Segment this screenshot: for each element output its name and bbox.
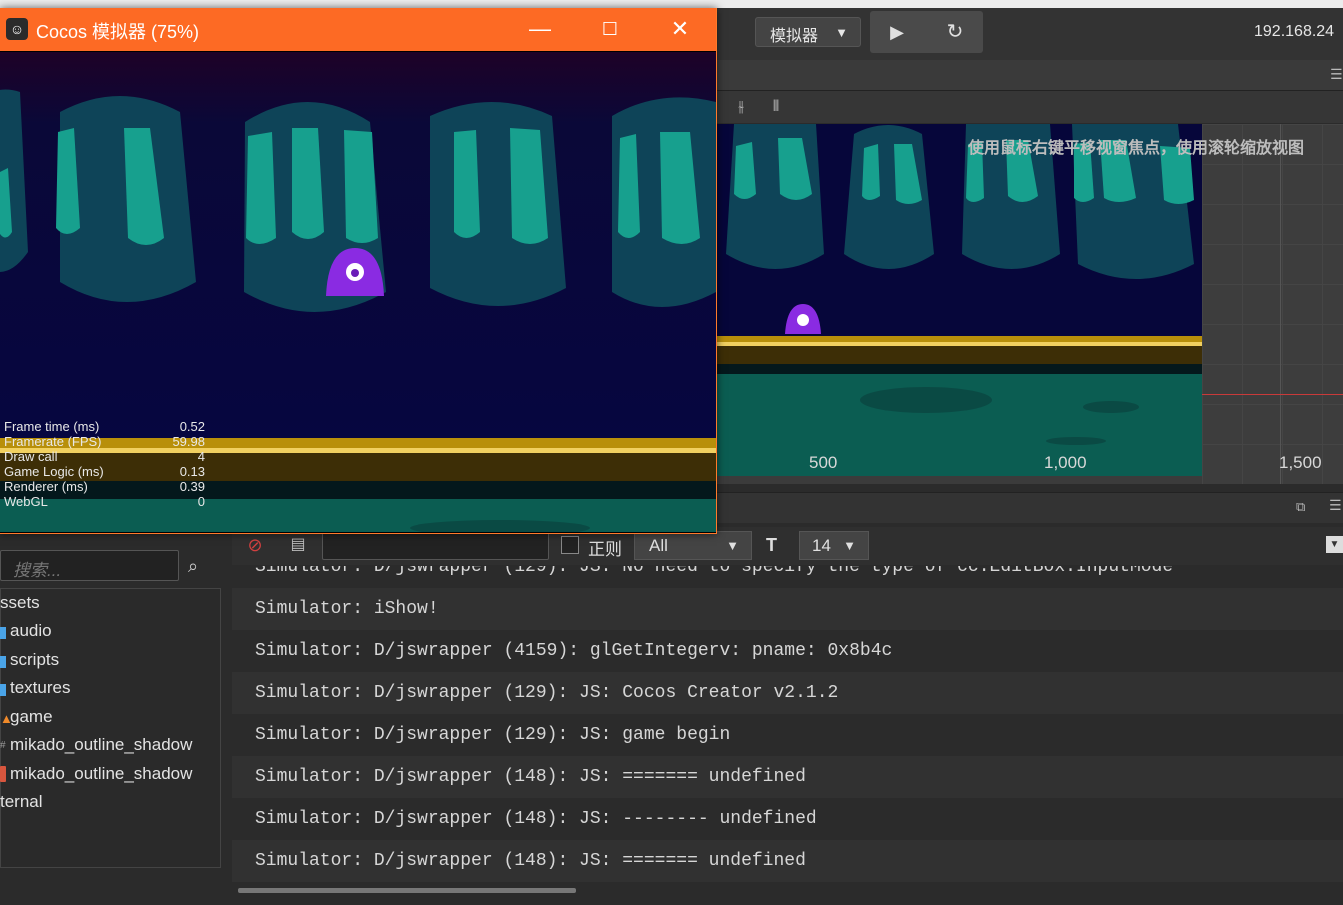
panel-menu-icon[interactable]: ☰: [1330, 66, 1343, 83]
console-panel-header: ⧉ ☰: [716, 492, 1343, 523]
stat-value: 4: [197, 449, 205, 464]
play-button[interactable]: ▶: [880, 18, 914, 46]
log-entry: Simulator: D/jswrapper (148): JS: ------…: [255, 809, 817, 829]
clear-console-icon[interactable]: ⊘: [245, 535, 265, 555]
preview-ip-address[interactable]: 192.168.24: [1254, 23, 1334, 41]
ruler-label: 1,000: [1044, 453, 1087, 472]
game-illustration: [0, 52, 716, 532]
chevron-down-icon: ▼: [843, 538, 856, 553]
tree-item-textures[interactable]: textures: [10, 678, 70, 698]
tree-item-scripts[interactable]: scripts: [10, 650, 59, 670]
console-filter-input[interactable]: [322, 531, 549, 560]
folder-icon: [0, 684, 6, 696]
maximize-button[interactable]: ☐: [590, 14, 630, 44]
stat-value: 0.39: [179, 479, 205, 494]
font-size-icon: T: [766, 535, 777, 555]
log-level-value: All: [649, 536, 668, 555]
scene-canvas[interactable]: [716, 124, 1202, 476]
tree-item-audio[interactable]: audio: [10, 621, 52, 641]
tree-item-font-data[interactable]: mikado_outline_shadow: [10, 735, 192, 755]
regex-label: 正则: [588, 540, 622, 559]
stat-value: 59.98: [172, 434, 205, 449]
platform-select[interactable]: 模拟器 ▼: [755, 17, 861, 47]
log-entry: Simulator: D/jswrapper (148): JS: ======…: [232, 756, 1343, 798]
stat-label: Game Logic (ms): [4, 464, 104, 479]
stat-value: 0.52: [179, 419, 205, 434]
scene-illustration: [716, 124, 1202, 476]
chevron-down-icon: ▼: [835, 25, 848, 40]
log-entry: Simulator: D/jswrapper (129): JS: No nee…: [255, 566, 1174, 577]
tree-item-game[interactable]: game: [10, 707, 53, 727]
stat-label: Framerate (FPS): [4, 434, 102, 449]
close-button[interactable]: ✕: [660, 14, 700, 44]
console-log[interactable]: Simulator: D/jswrapper (129): JS: No nee…: [232, 566, 1343, 891]
folder-icon: [0, 656, 6, 668]
ruler-label: 500: [809, 453, 838, 472]
stat-label: WebGL: [4, 494, 48, 509]
scene-hint-text: 使用鼠标右键平移视窗焦点，使用滚轮缩放视图: [968, 140, 1305, 157]
align-horizontal-center-icon[interactable]: ⫳: [730, 96, 752, 118]
file-icon: #: [0, 740, 6, 751]
refresh-button[interactable]: ↻: [938, 18, 972, 46]
log-entry: Simulator: D/jswrapper (129): JS: game b…: [255, 725, 731, 745]
ruler-label: 1,500: [1279, 453, 1322, 472]
scene-grid-axis: [1280, 124, 1281, 484]
log-entry: Simulator: D/jswrapper (129): JS: Cocos …: [232, 672, 1343, 714]
console-scrollbar[interactable]: [238, 888, 576, 893]
log-level-select[interactable]: All ▼: [634, 531, 752, 560]
simulator-title: Cocos 模拟器 (75%): [36, 22, 200, 42]
scene-align-toolbar: [716, 91, 1343, 123]
font-file-icon: [0, 766, 6, 782]
align-right-icon[interactable]: ⫴: [765, 96, 787, 118]
log-entry: Simulator: D/jswrapper (4159): glGetInte…: [255, 641, 893, 661]
tree-item-internal[interactable]: ternal: [0, 792, 43, 812]
stat-value: 0.13: [179, 464, 205, 479]
stat-label: Draw call: [4, 449, 58, 464]
scene-panel-header: [716, 60, 1343, 91]
log-entry: Simulator: D/jswrapper (148): JS: ======…: [232, 840, 1343, 882]
scene-grid: [1202, 124, 1343, 484]
scene-x-axis-line: [1202, 394, 1343, 395]
popout-icon[interactable]: ⧉: [1296, 499, 1305, 515]
regex-checkbox[interactable]: [561, 536, 579, 554]
minimize-button[interactable]: —: [520, 14, 560, 44]
font-size-select[interactable]: 14 ▼: [799, 531, 869, 560]
log-entry: Simulator: iShow!: [232, 588, 1343, 630]
cocos-app-icon: ☺: [6, 18, 28, 40]
stat-label: Renderer (ms): [4, 479, 88, 494]
platform-select-label: 模拟器: [770, 28, 819, 45]
tree-item-font[interactable]: mikado_outline_shadow: [10, 764, 192, 784]
chevron-down-icon: ▼: [726, 538, 739, 553]
desktop-strip: [0, 0, 1343, 8]
open-log-file-icon[interactable]: ▤: [288, 535, 308, 555]
stat-label: Frame time (ms): [4, 419, 100, 434]
font-size-value: 14: [812, 536, 831, 555]
simulator-game-canvas[interactable]: [0, 52, 716, 532]
panel-menu-icon[interactable]: ☰: [1329, 497, 1342, 514]
tree-item-assets[interactable]: ssets: [0, 593, 40, 613]
collapse-icon[interactable]: ▼: [1326, 536, 1343, 553]
search-icon[interactable]: ⌕: [188, 556, 198, 577]
stat-value: 0: [197, 494, 205, 509]
folder-icon: [0, 627, 6, 639]
assets-search-input[interactable]: 搜索...: [0, 550, 179, 581]
